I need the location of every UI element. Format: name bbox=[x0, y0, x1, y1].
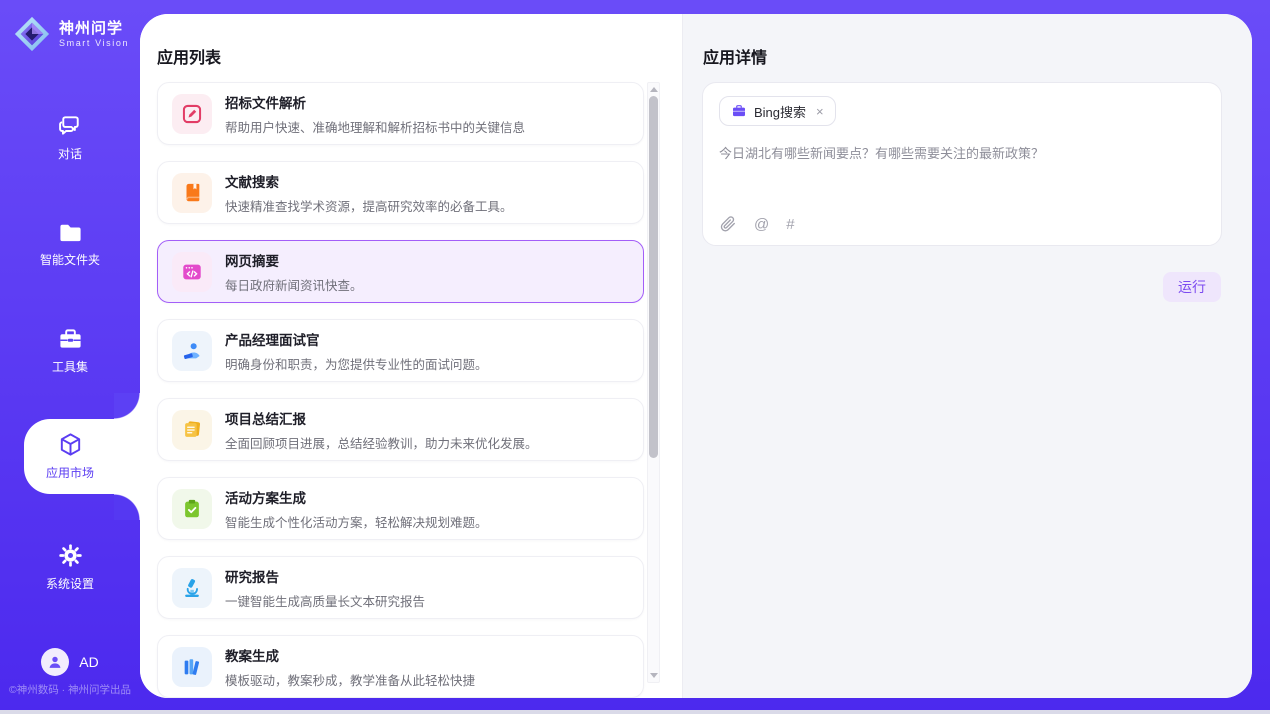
app-detail-panel: 应用详情 Bing搜索 × 今日湖北有哪些新闻要点？有哪些需要关注的最新政策？ bbox=[683, 14, 1252, 698]
app-card-desc: 明确身份和职责，为您提供专业性的面试问题。 bbox=[225, 354, 488, 373]
app-list-title: 应用列表 bbox=[157, 44, 221, 68]
app-card-name: 产品经理面试官 bbox=[225, 329, 488, 349]
chip-close-icon[interactable]: × bbox=[816, 104, 824, 119]
interviewer-icon bbox=[172, 331, 212, 371]
app-card-name: 招标文件解析 bbox=[225, 92, 525, 112]
browser-code-icon bbox=[172, 252, 212, 292]
app-card-lesson-plan[interactable]: 教案生成 模板驱动，教案秒成，教学准备从此轻松快捷 bbox=[157, 635, 644, 698]
hash-icon[interactable]: # bbox=[786, 217, 794, 232]
app-card-name: 活动方案生成 bbox=[225, 487, 488, 507]
app-card-desc: 模板驱动，教案秒成，教学准备从此轻松快捷 bbox=[225, 670, 475, 689]
sidebar-item-label: 工具集 bbox=[0, 358, 140, 375]
app-list-panel: 应用列表 招标文件解析 帮助用户快速、准确地理解和解析招标书中的关键信息 bbox=[140, 14, 683, 698]
books-icon bbox=[172, 647, 212, 687]
gear-icon bbox=[57, 542, 84, 569]
app-card-research-report[interactable]: 研究报告 一键智能生成高质量长文本研究报告 bbox=[157, 556, 644, 619]
run-button[interactable]: 运行 bbox=[1163, 272, 1221, 302]
cube-icon bbox=[57, 431, 84, 458]
scroll-up-icon[interactable] bbox=[650, 87, 658, 92]
app-card-bid-parse[interactable]: 招标文件解析 帮助用户快速、准确地理解和解析招标书中的关键信息 bbox=[157, 82, 644, 145]
chat-icon bbox=[57, 112, 84, 139]
sidebar-item-smart-folder[interactable]: 智能文件夹 bbox=[0, 220, 140, 268]
folder-icon bbox=[57, 220, 84, 245]
app-card-pm-interviewer[interactable]: 产品经理面试官 明确身份和职责，为您提供专业性的面试问题。 bbox=[157, 319, 644, 382]
app-card-list: 招标文件解析 帮助用户快速、准确地理解和解析招标书中的关键信息 文献搜索 bbox=[157, 82, 644, 698]
app-card-web-summary[interactable]: 网页摘要 每日政府新闻资讯快查。 bbox=[157, 240, 644, 303]
app-card-desc: 全面回顾项目进展，总结经验教训，助力未来优化发展。 bbox=[225, 433, 538, 452]
app-card-desc: 帮助用户快速、准确地理解和解析招标书中的关键信息 bbox=[225, 117, 525, 136]
app-card-name: 教案生成 bbox=[225, 645, 475, 665]
app-detail-title: 应用详情 bbox=[703, 44, 767, 68]
avatar bbox=[41, 648, 69, 676]
notes-icon bbox=[172, 410, 212, 450]
app-card-name: 网页摘要 bbox=[225, 250, 363, 270]
sidebar-item-app-market[interactable]: 应用市场 bbox=[0, 431, 140, 481]
brand-logo: 神州问学 Smart Vision bbox=[13, 15, 129, 53]
sidebar-item-settings[interactable]: 系统设置 bbox=[0, 542, 140, 592]
app-card-name: 研究报告 bbox=[225, 566, 425, 586]
sidebar-item-label: 系统设置 bbox=[0, 575, 140, 592]
app-card-event-plan[interactable]: 活动方案生成 智能生成个性化活动方案，轻松解决规划难题。 bbox=[157, 477, 644, 540]
tool-chip-label: Bing搜索 bbox=[754, 102, 806, 121]
app-card-literature-search[interactable]: 文献搜索 快速精准查找学术资源，提高研究效率的必备工具。 bbox=[157, 161, 644, 224]
app-card-desc: 每日政府新闻资讯快查。 bbox=[225, 275, 363, 294]
bid-document-icon bbox=[172, 94, 212, 134]
app-card-project-summary[interactable]: 项目总结汇报 全面回顾项目进展，总结经验教训，助力未来优化发展。 bbox=[157, 398, 644, 461]
paperclip-icon[interactable] bbox=[719, 215, 737, 233]
brand-name: 神州问学 bbox=[59, 20, 129, 38]
brand-diamond-icon bbox=[13, 15, 51, 53]
scroll-down-icon[interactable] bbox=[650, 673, 658, 678]
main-content: 应用列表 招标文件解析 帮助用户快速、准确地理解和解析招标书中的关键信息 bbox=[140, 14, 1252, 698]
tool-chip-bing-search[interactable]: Bing搜索 × bbox=[719, 96, 836, 126]
sidebar-item-label: 应用市场 bbox=[0, 464, 140, 481]
app-card-name: 文献搜索 bbox=[225, 171, 513, 191]
user-profile[interactable]: AD bbox=[0, 648, 140, 676]
app-card-desc: 智能生成个性化活动方案，轻松解决规划难题。 bbox=[225, 512, 488, 531]
scrollbar-thumb[interactable] bbox=[649, 96, 658, 458]
app-card-desc: 一键智能生成高质量长文本研究报告 bbox=[225, 591, 425, 610]
sidebar-item-label: 智能文件夹 bbox=[0, 251, 140, 268]
book-icon bbox=[172, 173, 212, 213]
brand-tagline: Smart Vision bbox=[59, 38, 129, 48]
app-card-desc: 快速精准查找学术资源，提高研究效率的必备工具。 bbox=[225, 196, 513, 215]
user-avatar-icon bbox=[46, 653, 64, 671]
prompt-toolbar: @ # bbox=[719, 215, 795, 233]
user-initials: AD bbox=[79, 654, 98, 670]
brand-text: 神州问学 Smart Vision bbox=[59, 20, 129, 48]
sidebar-item-chat[interactable]: 对话 bbox=[0, 112, 140, 162]
sidebar-item-toolset[interactable]: 工具集 bbox=[0, 327, 140, 375]
mention-icon[interactable]: @ bbox=[754, 217, 769, 232]
prompt-card[interactable]: Bing搜索 × 今日湖北有哪些新闻要点？有哪些需要关注的最新政策？ @ # bbox=[702, 82, 1222, 246]
list-scrollbar[interactable] bbox=[647, 82, 660, 683]
bottom-edge-strip bbox=[0, 710, 1270, 714]
clipboard-check-icon bbox=[172, 489, 212, 529]
prompt-input[interactable]: 今日湖北有哪些新闻要点？有哪些需要关注的最新政策？ bbox=[719, 144, 1205, 164]
sidebar-item-label: 对话 bbox=[0, 145, 140, 162]
app-card-name: 项目总结汇报 bbox=[225, 408, 538, 428]
copyright-footer: ©神州数码 · 神州问学出品 bbox=[0, 682, 140, 697]
sidebar: 神州问学 Smart Vision 对话 智能文件夹 bbox=[0, 0, 140, 710]
briefcase-icon bbox=[731, 103, 747, 119]
microscope-icon bbox=[172, 568, 212, 608]
toolbox-icon bbox=[57, 327, 84, 352]
